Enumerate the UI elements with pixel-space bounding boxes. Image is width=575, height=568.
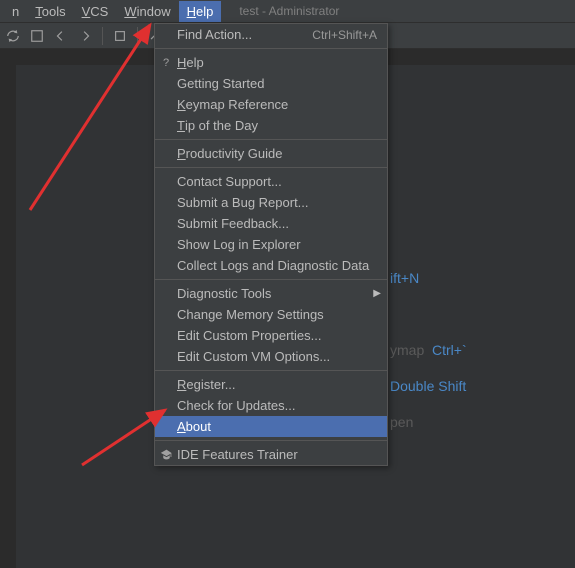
menu-vcs[interactable]: VCS	[74, 1, 117, 22]
separator	[137, 27, 138, 45]
menu-submit-feedback[interactable]: Submit Feedback...	[155, 213, 387, 234]
window-title: test - Administrator	[239, 4, 339, 18]
menu-tip-of-day[interactable]: Tip of the Day	[155, 115, 387, 136]
welcome-hints: ift+N ymap Ctrl+` Double Shift pen	[390, 260, 467, 440]
menu-find-action[interactable]: Find Action... Ctrl+Shift+A	[155, 24, 387, 45]
menubar: n Tools VCS Window Help test - Administr…	[0, 0, 575, 23]
menu-window[interactable]: Window	[116, 1, 178, 22]
graduation-cap-icon	[159, 448, 173, 462]
menu-divider	[155, 279, 387, 280]
shortcut-label: Ctrl+Shift+A	[312, 28, 377, 42]
menu-check-updates[interactable]: Check for Updates...	[155, 395, 387, 416]
nav-fwd-icon[interactable]	[76, 27, 94, 45]
menu-keymap-reference[interactable]: Keymap Reference	[155, 94, 387, 115]
menu-divider	[155, 440, 387, 441]
menu-divider	[155, 139, 387, 140]
menu-divider	[155, 48, 387, 49]
menu-edit-vm-options[interactable]: Edit Custom VM Options...	[155, 346, 387, 367]
menu-help[interactable]: Help	[179, 1, 222, 22]
menu-register[interactable]: Register...	[155, 374, 387, 395]
nav-back-icon[interactable]	[52, 27, 70, 45]
menu-tools[interactable]: Tools	[27, 1, 73, 22]
box-icon[interactable]	[28, 27, 46, 45]
menu-about[interactable]: About	[155, 416, 387, 437]
pin-icon[interactable]	[111, 27, 129, 45]
menu-contact-support[interactable]: Contact Support...	[155, 171, 387, 192]
menu-productivity-guide[interactable]: Productivity Guide	[155, 143, 387, 164]
menu-collect-logs[interactable]: Collect Logs and Diagnostic Data	[155, 255, 387, 276]
menu-change-memory[interactable]: Change Memory Settings	[155, 304, 387, 325]
menu-divider	[155, 167, 387, 168]
sync-icon[interactable]	[4, 27, 22, 45]
submenu-arrow-icon: ▶	[373, 288, 381, 299]
menu-item[interactable]: n	[4, 1, 27, 22]
help-icon: ?	[159, 56, 173, 70]
separator	[102, 27, 103, 45]
menu-ide-trainer[interactable]: IDE Features Trainer	[155, 444, 387, 465]
menu-getting-started[interactable]: Getting Started	[155, 73, 387, 94]
help-menu: Find Action... Ctrl+Shift+A ? Help Getti…	[154, 23, 388, 466]
menu-help-topic[interactable]: ? Help	[155, 52, 387, 73]
menu-bug-report[interactable]: Submit a Bug Report...	[155, 192, 387, 213]
menu-show-log[interactable]: Show Log in Explorer	[155, 234, 387, 255]
menu-diagnostic-tools[interactable]: Diagnostic Tools ▶	[155, 283, 387, 304]
menu-divider	[155, 370, 387, 371]
menu-edit-custom-props[interactable]: Edit Custom Properties...	[155, 325, 387, 346]
